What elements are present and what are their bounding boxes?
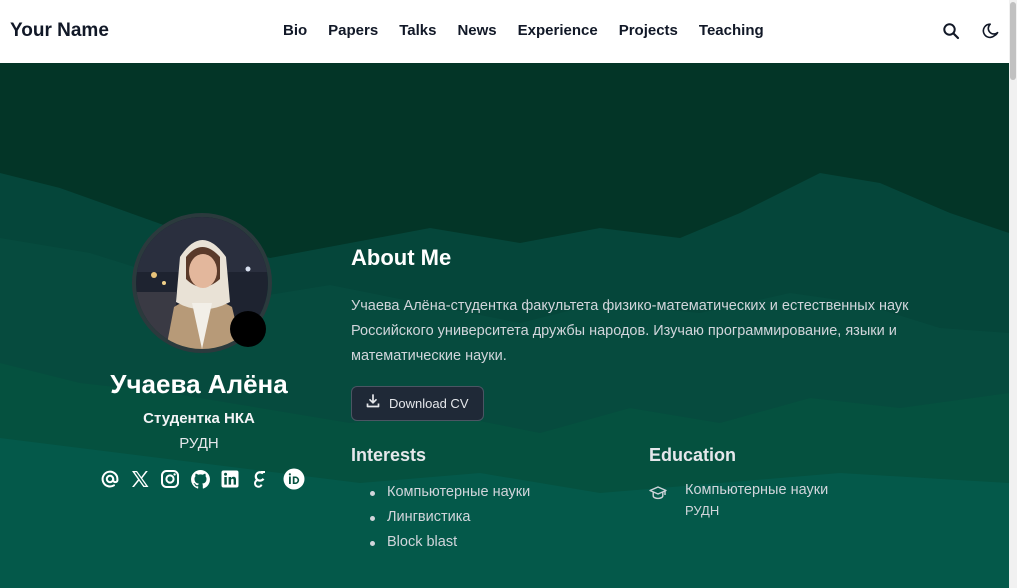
profile-role: Студентка НКА — [143, 410, 255, 427]
nav-link-talks[interactable]: Talks — [399, 22, 436, 39]
download-icon — [366, 394, 380, 413]
list-item: Block blast — [370, 530, 530, 555]
moon-icon[interactable] — [982, 22, 1000, 40]
email-icon[interactable] — [99, 468, 121, 490]
nav-link-news[interactable]: News — [457, 22, 496, 39]
page-scrollbar[interactable] — [1009, 0, 1017, 588]
education-title: Education — [649, 445, 737, 465]
nav-link-teaching[interactable]: Teaching — [699, 22, 764, 39]
profile-organization: РУДН — [179, 435, 219, 452]
top-navbar: Your Name Bio Papers Talks News Experien… — [0, 0, 1017, 63]
about-title: About Me — [351, 245, 452, 270]
about-text: Учаева Алёна-студентка факультета физико… — [351, 298, 909, 364]
github-icon[interactable] — [189, 468, 211, 490]
download-cv-label: Download CV — [389, 396, 469, 411]
graduation-cap-icon — [649, 485, 667, 501]
profile-name: Учаева Алёна — [110, 369, 288, 399]
google-scholar-icon[interactable] — [249, 468, 271, 490]
interests-title: Interests — [351, 445, 427, 465]
nav-link-experience[interactable]: Experience — [518, 22, 598, 39]
download-cv-button[interactable]: Download CV — [351, 386, 484, 421]
scrollbar-thumb[interactable] — [1010, 2, 1016, 80]
education-institution: РУДН — [685, 503, 720, 518]
social-links — [99, 468, 313, 490]
linkedin-icon[interactable] — [219, 468, 241, 490]
avatar-status-badge — [230, 311, 266, 347]
nav-link-projects[interactable]: Projects — [619, 22, 678, 39]
instagram-icon[interactable] — [159, 468, 181, 490]
education-course: Компьютерные науки — [685, 482, 829, 498]
orcid-icon[interactable] — [283, 468, 305, 490]
site-brand[interactable]: Your Name — [10, 20, 109, 42]
interests-list: Компьютерные науки Лингвистика Block bla… — [370, 480, 530, 555]
list-item: Лингвистика — [370, 505, 530, 530]
nav-links: Bio Papers Talks News Experience Project… — [283, 22, 764, 39]
search-icon[interactable] — [942, 22, 960, 40]
nav-link-papers[interactable]: Papers — [328, 22, 378, 39]
nav-link-bio[interactable]: Bio — [283, 22, 307, 39]
list-item: Компьютерные науки — [370, 480, 530, 505]
x-twitter-icon[interactable] — [129, 468, 151, 490]
